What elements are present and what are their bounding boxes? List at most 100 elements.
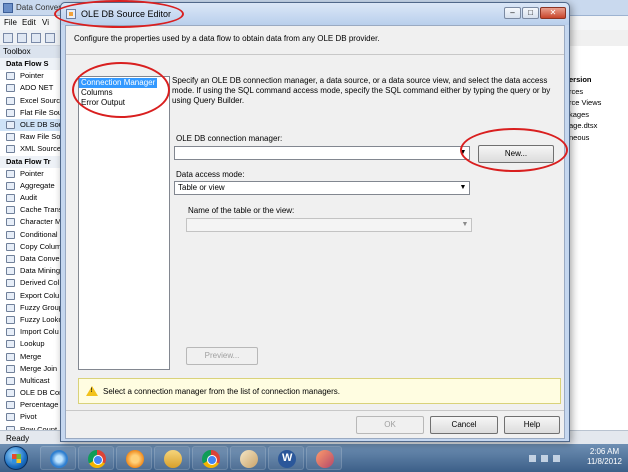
- toolbox-item[interactable]: XML Source: [0, 143, 61, 155]
- status-text: Ready: [6, 434, 30, 443]
- menu-edit[interactable]: Edit: [22, 18, 36, 27]
- component-icon: [6, 315, 15, 324]
- toolbox-item[interactable]: Merge: [0, 351, 61, 363]
- toolbar: [0, 30, 62, 46]
- maximize-button[interactable]: □: [522, 7, 539, 19]
- toolbox-item[interactable]: Excel Source: [0, 95, 61, 107]
- clock[interactable]: 2:06 AM 11/8/2012: [587, 447, 622, 467]
- internet-explorer-icon: [50, 450, 68, 468]
- taskbar-app[interactable]: [306, 446, 342, 470]
- toolbox-item[interactable]: Character M: [0, 216, 61, 228]
- volume-icon[interactable]: [553, 455, 560, 462]
- taskbar-word[interactable]: [268, 446, 304, 470]
- component-icon: [6, 218, 15, 227]
- taskbar-explorer[interactable]: [154, 446, 190, 470]
- toolbox-item[interactable]: Flat File Sou: [0, 107, 61, 119]
- taskbar-media[interactable]: [116, 446, 152, 470]
- data-access-mode-label: Data access mode:: [176, 170, 245, 179]
- toolbox-item[interactable]: Import Colu: [0, 326, 61, 338]
- new-project-icon[interactable]: [3, 33, 13, 43]
- toolbox-item[interactable]: Copy Colum: [0, 241, 61, 253]
- clock-date: 11/8/2012: [587, 457, 622, 466]
- app-icon: [316, 450, 334, 468]
- toolbox-item[interactable]: ADO NET: [0, 82, 61, 94]
- toolbox-item-label: Audit: [20, 193, 38, 203]
- toolbox-item-label: Derived Col: [20, 278, 60, 288]
- toolbox-item[interactable]: Data Conve: [0, 253, 61, 265]
- taskbar-paint[interactable]: [230, 446, 266, 470]
- toolbox-item[interactable]: Lookup: [0, 338, 61, 350]
- tray-arrow-icon[interactable]: [529, 455, 536, 462]
- menu-file[interactable]: File: [4, 18, 17, 27]
- help-button[interactable]: Help: [504, 416, 560, 434]
- toolbox-item-label: Data Mining: [20, 266, 61, 276]
- preview-button[interactable]: Preview...: [186, 347, 258, 365]
- connection-manager-label: OLE DB connection manager:: [176, 134, 283, 143]
- solution-explorer-item[interactable]: rces: [563, 86, 628, 98]
- toolbox-item-label: Lookup: [20, 339, 45, 349]
- toolbox-item-label: Pointer: [20, 71, 44, 81]
- toolbox-item[interactable]: Aggregate: [0, 180, 61, 192]
- minimize-button[interactable]: –: [504, 7, 521, 19]
- solution-explorer-item[interactable]: kages: [563, 109, 628, 121]
- network-icon[interactable]: [541, 455, 548, 462]
- toolbox-item[interactable]: Raw File Sou: [0, 131, 61, 143]
- connection-manager-combo[interactable]: ▼: [174, 146, 470, 160]
- menu-view[interactable]: Vi: [42, 18, 49, 27]
- table-name-select[interactable]: ▼: [186, 218, 472, 232]
- toolbox-item-label: XML Source: [20, 144, 61, 154]
- divider: [66, 410, 564, 411]
- component-icon: [6, 340, 15, 349]
- table-name-label: Name of the table or the view:: [188, 206, 295, 215]
- toolbox-item[interactable]: Export Colu: [0, 290, 61, 302]
- add-item-icon[interactable]: [17, 33, 27, 43]
- start-button[interactable]: [4, 446, 28, 470]
- toolbox-item[interactable]: Pointer: [0, 168, 61, 180]
- data-access-mode-select[interactable]: Table or view ▼: [174, 181, 470, 195]
- toolbox-item-label: Merge: [20, 351, 42, 361]
- cancel-button[interactable]: Cancel: [430, 416, 498, 434]
- media-player-icon: [126, 450, 144, 468]
- toolbox-item[interactable]: Derived Col: [0, 277, 61, 289]
- toolbox-item[interactable]: Multicast: [0, 375, 61, 387]
- toolbox-item-label: Merge Join: [20, 363, 58, 373]
- toolbox-item[interactable]: Pivot: [0, 411, 61, 423]
- ok-button[interactable]: OK: [356, 416, 424, 434]
- solution-explorer-item[interactable]: ersion: [563, 74, 628, 86]
- toolbox-item[interactable]: OLE DB Sou: [0, 118, 61, 132]
- toolbox-item[interactable]: Fuzzy Group: [0, 302, 61, 314]
- component-icon: [6, 267, 15, 276]
- toolbox-item-label: Import Colu: [20, 327, 59, 337]
- toolbox-item[interactable]: OLE DB Cor: [0, 387, 61, 399]
- toolbox-item[interactable]: Percentage: [0, 399, 61, 411]
- solution-explorer-item[interactable]: rce Views: [563, 97, 628, 109]
- toolbox-group-header[interactable]: Data Flow S: [0, 58, 61, 71]
- save-icon[interactable]: [31, 33, 41, 43]
- taskbar-chrome-2[interactable]: [192, 446, 228, 470]
- toolbox-item[interactable]: Audit: [0, 192, 61, 204]
- close-button[interactable]: ✕: [540, 7, 566, 19]
- app-icon: [3, 3, 13, 13]
- toolbox-item[interactable]: Data Mining: [0, 265, 61, 277]
- component-icon: [6, 389, 15, 398]
- toolbox-item[interactable]: Merge Join: [0, 363, 61, 375]
- toolbox-item[interactable]: Pointer: [0, 70, 61, 82]
- toolbox-item[interactable]: Fuzzy Looku: [0, 314, 61, 326]
- save-all-icon[interactable]: [45, 33, 55, 43]
- solution-explorer-item[interactable]: neous: [563, 132, 628, 144]
- chrome-icon: [88, 450, 106, 468]
- toolbox-item-label: Export Colu: [20, 290, 60, 300]
- toolbox-item-label: Fuzzy Group: [20, 302, 61, 312]
- component-icon: [6, 352, 15, 361]
- toolbox-item-label: Excel Source: [20, 95, 61, 105]
- toolbox-item[interactable]: Cache Trans: [0, 204, 61, 216]
- solution-explorer-item[interactable]: age.dtsx: [563, 120, 628, 132]
- taskbar-ie[interactable]: [40, 446, 76, 470]
- toolbox-item[interactable]: Conditional: [0, 229, 61, 241]
- component-icon: [6, 108, 15, 117]
- toolbox-item-label: Flat File Sou: [20, 107, 61, 117]
- component-icon: [6, 279, 15, 288]
- taskbar-chrome[interactable]: [78, 446, 114, 470]
- toolbox-group-header[interactable]: Data Flow Tr: [0, 155, 61, 168]
- component-icon: [6, 303, 15, 312]
